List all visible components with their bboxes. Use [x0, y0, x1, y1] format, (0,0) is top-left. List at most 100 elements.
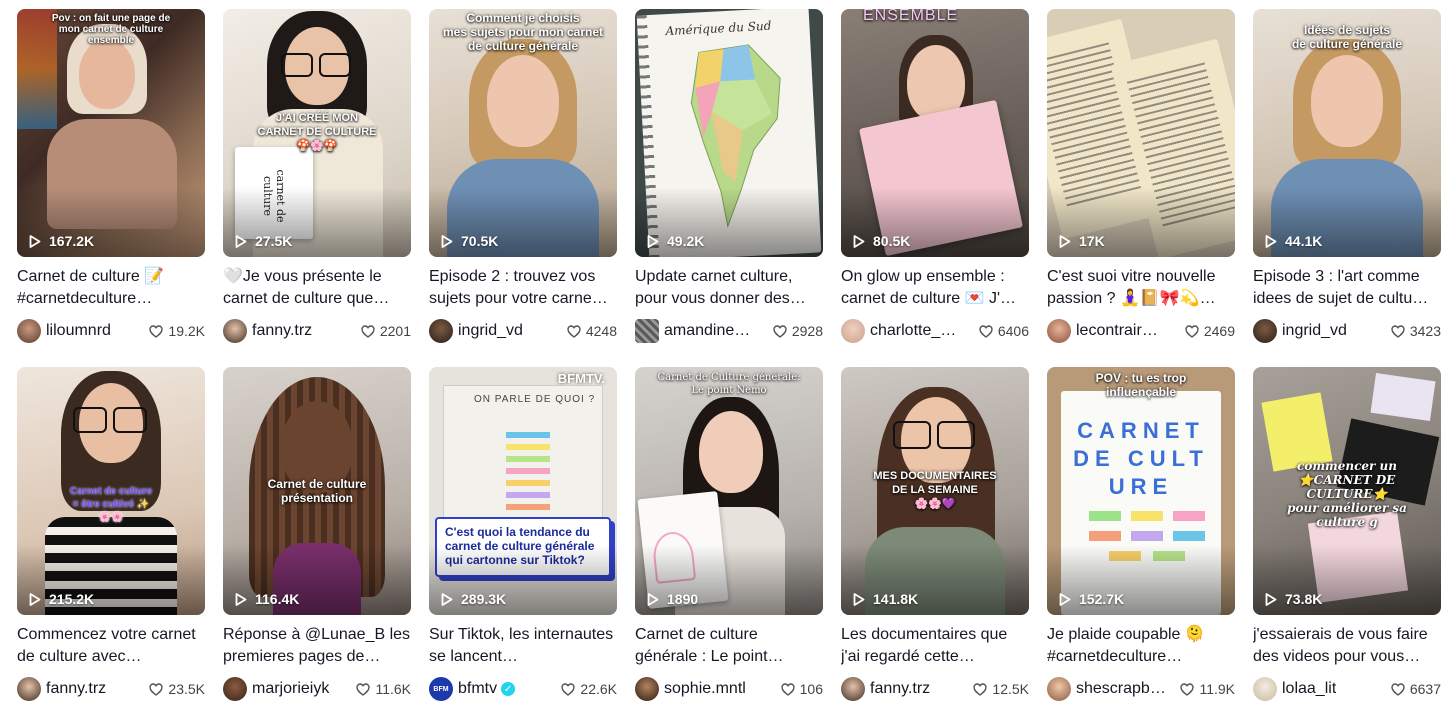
video-thumbnail[interactable]: Amérique du Sud 49.2K: [635, 9, 823, 257]
author-name[interactable]: sophie.mntl: [664, 680, 746, 698]
sticky-note: [506, 432, 550, 438]
video-card[interactable]: Idées de sujets de culture générale 44.1…: [1253, 9, 1441, 343]
view-count-value: 141.8K: [873, 591, 919, 607]
face: [487, 55, 559, 147]
thumbnail-overlay-text: Carnet de culture présentation: [267, 477, 367, 505]
map-title: Amérique du Sud: [665, 18, 772, 39]
video-thumbnail[interactable]: Carnet de culture = être cultivé ✨ 🌸🌸 21…: [17, 367, 205, 615]
video-thumbnail[interactable]: Idées de sujets de culture générale 44.1…: [1253, 9, 1441, 257]
video-card[interactable]: CARNET DE CULTURE POV : tu es trop influ…: [1047, 367, 1235, 701]
author-name[interactable]: shescrapb…: [1076, 680, 1166, 698]
author-name[interactable]: lolaa_lit: [1282, 680, 1336, 698]
video-meta: ingrid_vd 3423: [1253, 319, 1441, 343]
author-name[interactable]: liloumnrd: [46, 322, 111, 340]
video-thumbnail[interactable]: CARNET DE CULTURE POV : tu es trop influ…: [1047, 367, 1235, 615]
author-name[interactable]: ingrid_vd: [458, 322, 523, 340]
view-count: 49.2K: [647, 233, 704, 249]
heart-icon: [773, 324, 787, 338]
video-card[interactable]: Carnet de Culture générale: Le point Nem…: [635, 367, 823, 701]
video-card[interactable]: Carnet de culture = être cultivé ✨ 🌸🌸 21…: [17, 367, 205, 701]
author-name[interactable]: fanny.trz: [252, 322, 312, 340]
glasses: [281, 53, 313, 77]
avatar[interactable]: [429, 319, 453, 343]
avatar[interactable]: [841, 677, 865, 701]
video-caption[interactable]: Commencez votre carnet de culture avec…: [17, 624, 205, 668]
view-count: 116.4K: [235, 591, 299, 607]
heart-icon: [567, 324, 581, 338]
video-meta: fanny.trz 2201: [223, 319, 411, 343]
avatar[interactable]: [223, 319, 247, 343]
video-thumbnail[interactable]: Carnet de Culture générale: Le point Nem…: [635, 367, 823, 615]
video-thumbnail[interactable]: Carnet de culture présentation 116.4K: [223, 367, 411, 615]
video-caption[interactable]: Réponse à @Lunae_B les premieres pages d…: [223, 624, 411, 668]
video-card[interactable]: commencer un ⭐CARNET DE CULTURE⭐ pour am…: [1253, 367, 1441, 701]
video-caption[interactable]: Carnet de culture générale : Le point…: [635, 624, 823, 668]
video-caption[interactable]: Sur Tiktok, les internautes se lancent…: [429, 624, 617, 668]
avatar[interactable]: [1253, 677, 1277, 701]
avatar[interactable]: [1047, 677, 1071, 701]
like-count: 2201: [361, 323, 411, 339]
video-thumbnail[interactable]: Pov : on fait une page de mon carnet de …: [17, 9, 205, 257]
author-name[interactable]: bfmtv: [458, 680, 497, 698]
like-count-value: 6637: [1409, 681, 1441, 697]
video-caption[interactable]: On glow up ensemble : carnet de culture …: [841, 266, 1029, 310]
video-card[interactable]: BFMTV. ON PARLE DE QUOI ? C'est quoi la …: [429, 367, 617, 701]
video-thumbnail[interactable]: BFMTV. ON PARLE DE QUOI ? C'est quoi la …: [429, 367, 617, 615]
heart-icon: [979, 324, 993, 338]
author-name[interactable]: lecontraire…: [1076, 322, 1166, 340]
video-card[interactable]: Amérique du Sud 49.2K Update carnet cult…: [635, 9, 823, 343]
video-card[interactable]: MES DOCUMENTAIRES DE LA SEMAINE 🌸🌸💜 141.…: [841, 367, 1029, 701]
avatar[interactable]: [17, 319, 41, 343]
video-card[interactable]: Carnet de culture présentation 116.4K Ré…: [223, 367, 411, 701]
video-caption[interactable]: C'est suoi vitre nouvelle passion ? 🧘‍♀️…: [1047, 266, 1235, 310]
avatar[interactable]: [17, 677, 41, 701]
glasses: [319, 53, 351, 77]
video-thumbnail[interactable]: carnet de culture J'AI CRÉÉ MON CARNET D…: [223, 9, 411, 257]
video-thumbnail[interactable]: 17K: [1047, 9, 1235, 257]
avatar[interactable]: [1047, 319, 1071, 343]
author-name[interactable]: charlotte_s…: [870, 322, 960, 340]
video-card[interactable]: carnet de culture J'AI CRÉÉ MON CARNET D…: [223, 9, 411, 343]
video-thumbnail[interactable]: MES DOCUMENTAIRES DE LA SEMAINE 🌸🌸💜 141.…: [841, 367, 1029, 615]
video-caption[interactable]: Carnet de culture 📝 #carnetdeculture…: [17, 266, 205, 310]
like-count-value: 2469: [1203, 323, 1235, 339]
video-thumbnail[interactable]: ENSEMBLE 80.5K: [841, 9, 1029, 257]
heart-icon: [1185, 324, 1199, 338]
view-count-value: 17K: [1079, 233, 1105, 249]
video-caption[interactable]: Episode 2 : trouvez vos sujets pour votr…: [429, 266, 617, 310]
author-name[interactable]: marjorieiyk: [252, 680, 329, 698]
video-card[interactable]: Pov : on fait une page de mon carnet de …: [17, 9, 205, 343]
avatar[interactable]: [635, 677, 659, 701]
thumbnail-overlay-text: commencer un ⭐CARNET DE CULTURE⭐ pour am…: [1287, 459, 1407, 529]
like-count-value: 6406: [997, 323, 1029, 339]
video-caption[interactable]: 🤍Je vous présente le carnet de culture q…: [223, 266, 411, 310]
like-count-value: 106: [799, 681, 823, 697]
view-count: 167.2K: [29, 233, 94, 249]
author-name[interactable]: fanny.trz: [46, 680, 106, 698]
video-caption[interactable]: Je plaide coupable 🫠 #carnetdeculture…: [1047, 624, 1235, 668]
view-count-value: 116.4K: [255, 591, 300, 607]
video-caption[interactable]: j'essaierais de vous faire des videos po…: [1253, 624, 1441, 668]
heart-icon: [561, 682, 576, 696]
video-caption[interactable]: Les documentaires que j'ai regardé cette…: [841, 624, 1029, 668]
avatar[interactable]: [841, 319, 865, 343]
video-card[interactable]: 17K C'est suoi vitre nouvelle passion ? …: [1047, 9, 1235, 343]
sticky-note: [506, 492, 550, 498]
author-name[interactable]: amandine…: [664, 322, 750, 340]
author-name[interactable]: ingrid_vd: [1282, 322, 1347, 340]
video-thumbnail[interactable]: Comment je choisis mes sujets pour mon c…: [429, 9, 617, 257]
avatar[interactable]: [1253, 319, 1277, 343]
video-caption[interactable]: Update carnet culture, pour vous donner …: [635, 266, 823, 310]
avatar[interactable]: [635, 319, 659, 343]
author-name[interactable]: fanny.trz: [870, 680, 930, 698]
avatar[interactable]: [223, 677, 247, 701]
avatar[interactable]: BFM: [429, 677, 453, 701]
view-count-value: 167.2K: [49, 233, 95, 249]
face: [79, 39, 135, 109]
video-card[interactable]: Comment je choisis mes sujets pour mon c…: [429, 9, 617, 343]
like-count-value: 2201: [379, 323, 411, 339]
video-caption[interactable]: Episode 3 : l'art comme idees de sujet d…: [1253, 266, 1441, 310]
video-thumbnail[interactable]: commencer un ⭐CARNET DE CULTURE⭐ pour am…: [1253, 367, 1441, 615]
play-icon: [29, 234, 41, 248]
video-card[interactable]: ENSEMBLE 80.5K On glow up ensemble : car…: [841, 9, 1029, 343]
